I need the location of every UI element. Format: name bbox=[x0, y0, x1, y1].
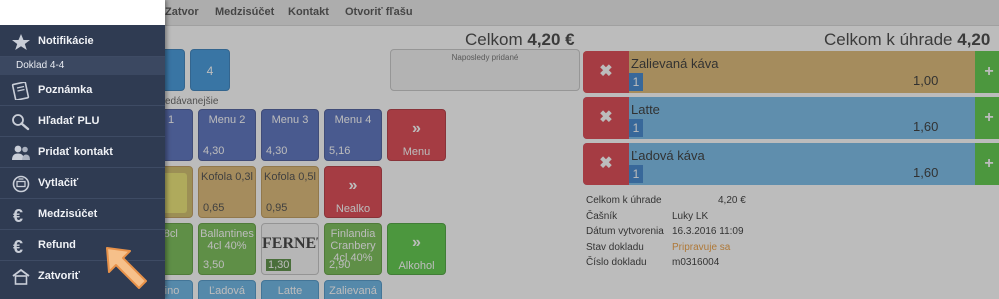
menu-item-search-plu-label: Hľadať PLU bbox=[38, 115, 100, 127]
menu-item-notifications-label: Notifikácie bbox=[38, 35, 94, 47]
euro-icon: € bbox=[13, 237, 23, 255]
menu-item-add-contact[interactable]: Pridať kontakt bbox=[0, 138, 165, 168]
menu-item-refund-label: Refund bbox=[38, 239, 76, 251]
menu-item-note-label: Poznámka bbox=[38, 84, 93, 96]
svg-text:€: € bbox=[13, 237, 23, 255]
euro-icon: € bbox=[13, 206, 23, 224]
menu-item-subtotal[interactable]: € Medzisúčet bbox=[0, 200, 165, 230]
menu-item-note[interactable]: Poznámka bbox=[0, 76, 165, 106]
home-icon bbox=[12, 268, 30, 285]
menu-item-print[interactable]: Vytlačiť bbox=[0, 169, 165, 199]
side-menu-header bbox=[0, 0, 165, 25]
menu-item-notifications[interactable]: Notifikácie bbox=[0, 27, 165, 57]
menu-item-subtotal-label: Medzisúčet bbox=[38, 208, 98, 220]
menu-item-close-label: Zatvoriť bbox=[38, 270, 80, 282]
search-icon bbox=[12, 114, 30, 131]
print-icon bbox=[12, 175, 30, 193]
menu-item-print-label: Vytlačiť bbox=[38, 177, 79, 189]
pointer-arrow-icon bbox=[106, 247, 147, 289]
document-label: Doklad 4-4 bbox=[16, 60, 65, 71]
svg-text:€: € bbox=[13, 206, 23, 224]
note-icon bbox=[11, 82, 30, 100]
users-icon bbox=[12, 145, 30, 160]
menu-item-add-contact-label: Pridať kontakt bbox=[38, 146, 113, 158]
menu-item-search-plu[interactable]: Hľadať PLU bbox=[0, 107, 165, 137]
document-label-row: Doklad 4-4 bbox=[0, 57, 165, 75]
pos-app: Zatvor Medzisúčet Kontakt Otvoriť fľašu … bbox=[0, 0, 999, 299]
star-icon bbox=[12, 34, 30, 50]
